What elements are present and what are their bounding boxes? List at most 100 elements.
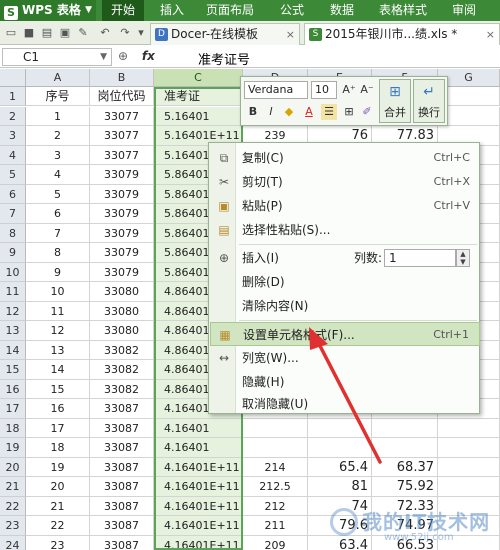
cell-seq[interactable]: 6	[26, 204, 90, 224]
chevron-down-icon[interactable]: ▾	[134, 26, 148, 40]
border-icon[interactable]: ⊞	[341, 104, 357, 120]
redo-icon[interactable]: ↷	[118, 26, 132, 40]
menu-item-clear[interactable]: 清除内容(N)	[210, 294, 480, 318]
cell-seq[interactable]: 7	[26, 223, 90, 243]
save-icon[interactable]: ■	[22, 26, 36, 40]
row-header[interactable]: 10	[0, 262, 26, 282]
cell[interactable]	[438, 457, 500, 477]
cell-post-code[interactable]: 33079	[90, 184, 154, 204]
cell-score-d[interactable]	[243, 418, 308, 438]
row-header[interactable]: 18	[0, 418, 26, 438]
cell[interactable]	[438, 477, 500, 497]
cell-post-code[interactable]: 33077	[90, 106, 154, 126]
column-header-c[interactable]: C	[154, 69, 243, 87]
cell-post-code[interactable]: 33087	[90, 457, 154, 477]
cell-seq[interactable]: 22	[26, 516, 90, 536]
menu-item-format-cells[interactable]: ▦ 设置单元格格式(F)... Ctrl+1	[210, 322, 480, 346]
row-header[interactable]: 8	[0, 223, 26, 243]
cell-seq[interactable]: 15	[26, 379, 90, 399]
chevron-down-icon[interactable]: ▼	[100, 49, 107, 65]
cell-seq[interactable]: 4	[26, 165, 90, 185]
row-header[interactable]: 17	[0, 399, 26, 419]
menu-item-cut[interactable]: ✂ 剪切(T) Ctrl+X	[210, 170, 480, 194]
format-painter-icon[interactable]: ✎	[76, 26, 90, 40]
cell-seq[interactable]: 14	[26, 360, 90, 380]
font-color-icon[interactable]: A	[301, 104, 317, 120]
merge-button[interactable]: ⊞ 合并	[379, 79, 411, 123]
cell-score-f[interactable]: 75.92	[372, 477, 438, 497]
cell-post-code[interactable]: 33087	[90, 399, 154, 419]
cell-seq[interactable]: 19	[26, 457, 90, 477]
cell-seq[interactable]: 12	[26, 321, 90, 341]
cell-score-d[interactable]: 209	[243, 535, 308, 550]
menu-item-paste[interactable]: ▣ 粘贴(P) Ctrl+V	[210, 194, 480, 218]
cell-header-post-code[interactable]: 岗位代码	[90, 87, 154, 106]
cell-post-code[interactable]: 33087	[90, 496, 154, 516]
select-all-corner[interactable]	[0, 69, 26, 87]
cell-seq[interactable]: 1	[26, 106, 90, 126]
cell-post-code[interactable]: 33082	[90, 340, 154, 360]
cell-post-code[interactable]: 33087	[90, 535, 154, 550]
cell-post-code[interactable]: 33079	[90, 262, 154, 282]
fill-color-icon[interactable]: ◆	[281, 104, 297, 120]
cell-exam-id[interactable]: 4.16401E+11	[154, 477, 243, 497]
column-count-input[interactable]: 1	[384, 249, 456, 267]
wrap-button[interactable]: ↵ 换行	[413, 79, 445, 123]
row-header[interactable]: 22	[0, 496, 26, 516]
menu-item-hide[interactable]: 隐藏(H)	[210, 370, 480, 394]
tab-data[interactable]: 数据	[322, 0, 362, 21]
tab-home[interactable]: 开始	[102, 0, 144, 21]
insert-function-button[interactable]: fx	[142, 49, 155, 63]
tab-formula[interactable]: 公式	[272, 0, 312, 21]
row-header[interactable]: 2	[0, 106, 26, 126]
italic-icon[interactable]: I	[263, 104, 279, 120]
menu-item-unhide[interactable]: 取消隐藏(U)	[210, 394, 480, 414]
row-header[interactable]: 13	[0, 321, 26, 341]
menu-item-delete[interactable]: 删除(D)	[210, 270, 480, 294]
cell-post-code[interactable]: 33087	[90, 418, 154, 438]
doc-tab-spreadsheet[interactable]: S 2015年银川市...绩.xls * ×	[304, 23, 500, 45]
cell-score-d[interactable]: 212.5	[243, 477, 308, 497]
spinner-icon[interactable]: ▲ ▼	[456, 249, 470, 267]
cell-seq[interactable]: 3	[26, 145, 90, 165]
tab-table-style[interactable]: 表格样式	[370, 0, 436, 21]
undo-icon[interactable]: ↶	[98, 26, 112, 40]
cell-score-e[interactable]: 81	[308, 477, 372, 497]
cell-post-code[interactable]: 33079	[90, 223, 154, 243]
clear-format-icon[interactable]: ✐	[359, 104, 375, 120]
row-header[interactable]: 21	[0, 477, 26, 497]
cell-seq[interactable]: 13	[26, 340, 90, 360]
cell-header-exam-id[interactable]: 准考证	[154, 87, 243, 106]
cell-post-code[interactable]: 33080	[90, 301, 154, 321]
row-header[interactable]: 16	[0, 379, 26, 399]
tab-insert[interactable]: 插入	[152, 0, 192, 21]
app-menu-button[interactable]: S WPS 表格 ▼	[0, 0, 96, 21]
cell-exam-id[interactable]: 4.16401	[154, 418, 243, 438]
cell-score-f[interactable]: 68.37	[372, 457, 438, 477]
cell-score-f[interactable]	[372, 418, 438, 438]
menu-item-paste-special[interactable]: ▤ 选择性粘贴(S)...	[210, 218, 480, 242]
row-header[interactable]: 23	[0, 516, 26, 536]
formula-input[interactable]: 准考证号	[198, 49, 250, 68]
cell-post-code[interactable]: 33079	[90, 243, 154, 263]
cell-score-d[interactable]: 212	[243, 496, 308, 516]
cell-seq[interactable]: 8	[26, 243, 90, 263]
cell-score-f[interactable]	[372, 438, 438, 458]
row-header[interactable]: 24	[0, 535, 26, 550]
shrink-font-icon[interactable]: A⁻	[359, 82, 375, 98]
cell-post-code[interactable]: 33082	[90, 379, 154, 399]
zoom-icon[interactable]: ⊕	[118, 49, 128, 63]
cell-post-code[interactable]: 33080	[90, 321, 154, 341]
cell-post-code[interactable]: 33079	[90, 204, 154, 224]
row-header[interactable]: 14	[0, 340, 26, 360]
open-folder-icon[interactable]: ▭	[4, 26, 18, 40]
cell-seq[interactable]: 17	[26, 418, 90, 438]
print-icon[interactable]: ▤	[40, 26, 54, 40]
align-icon[interactable]: ☰	[321, 104, 337, 120]
cell-post-code[interactable]: 33087	[90, 477, 154, 497]
cell-score-e[interactable]	[308, 418, 372, 438]
row-header[interactable]: 7	[0, 204, 26, 224]
cell-seq[interactable]: 21	[26, 496, 90, 516]
row-header[interactable]: 11	[0, 282, 26, 302]
menu-item-insert[interactable]: ⊕ 插入(I) 列数: 1 ▲ ▼	[210, 246, 480, 270]
